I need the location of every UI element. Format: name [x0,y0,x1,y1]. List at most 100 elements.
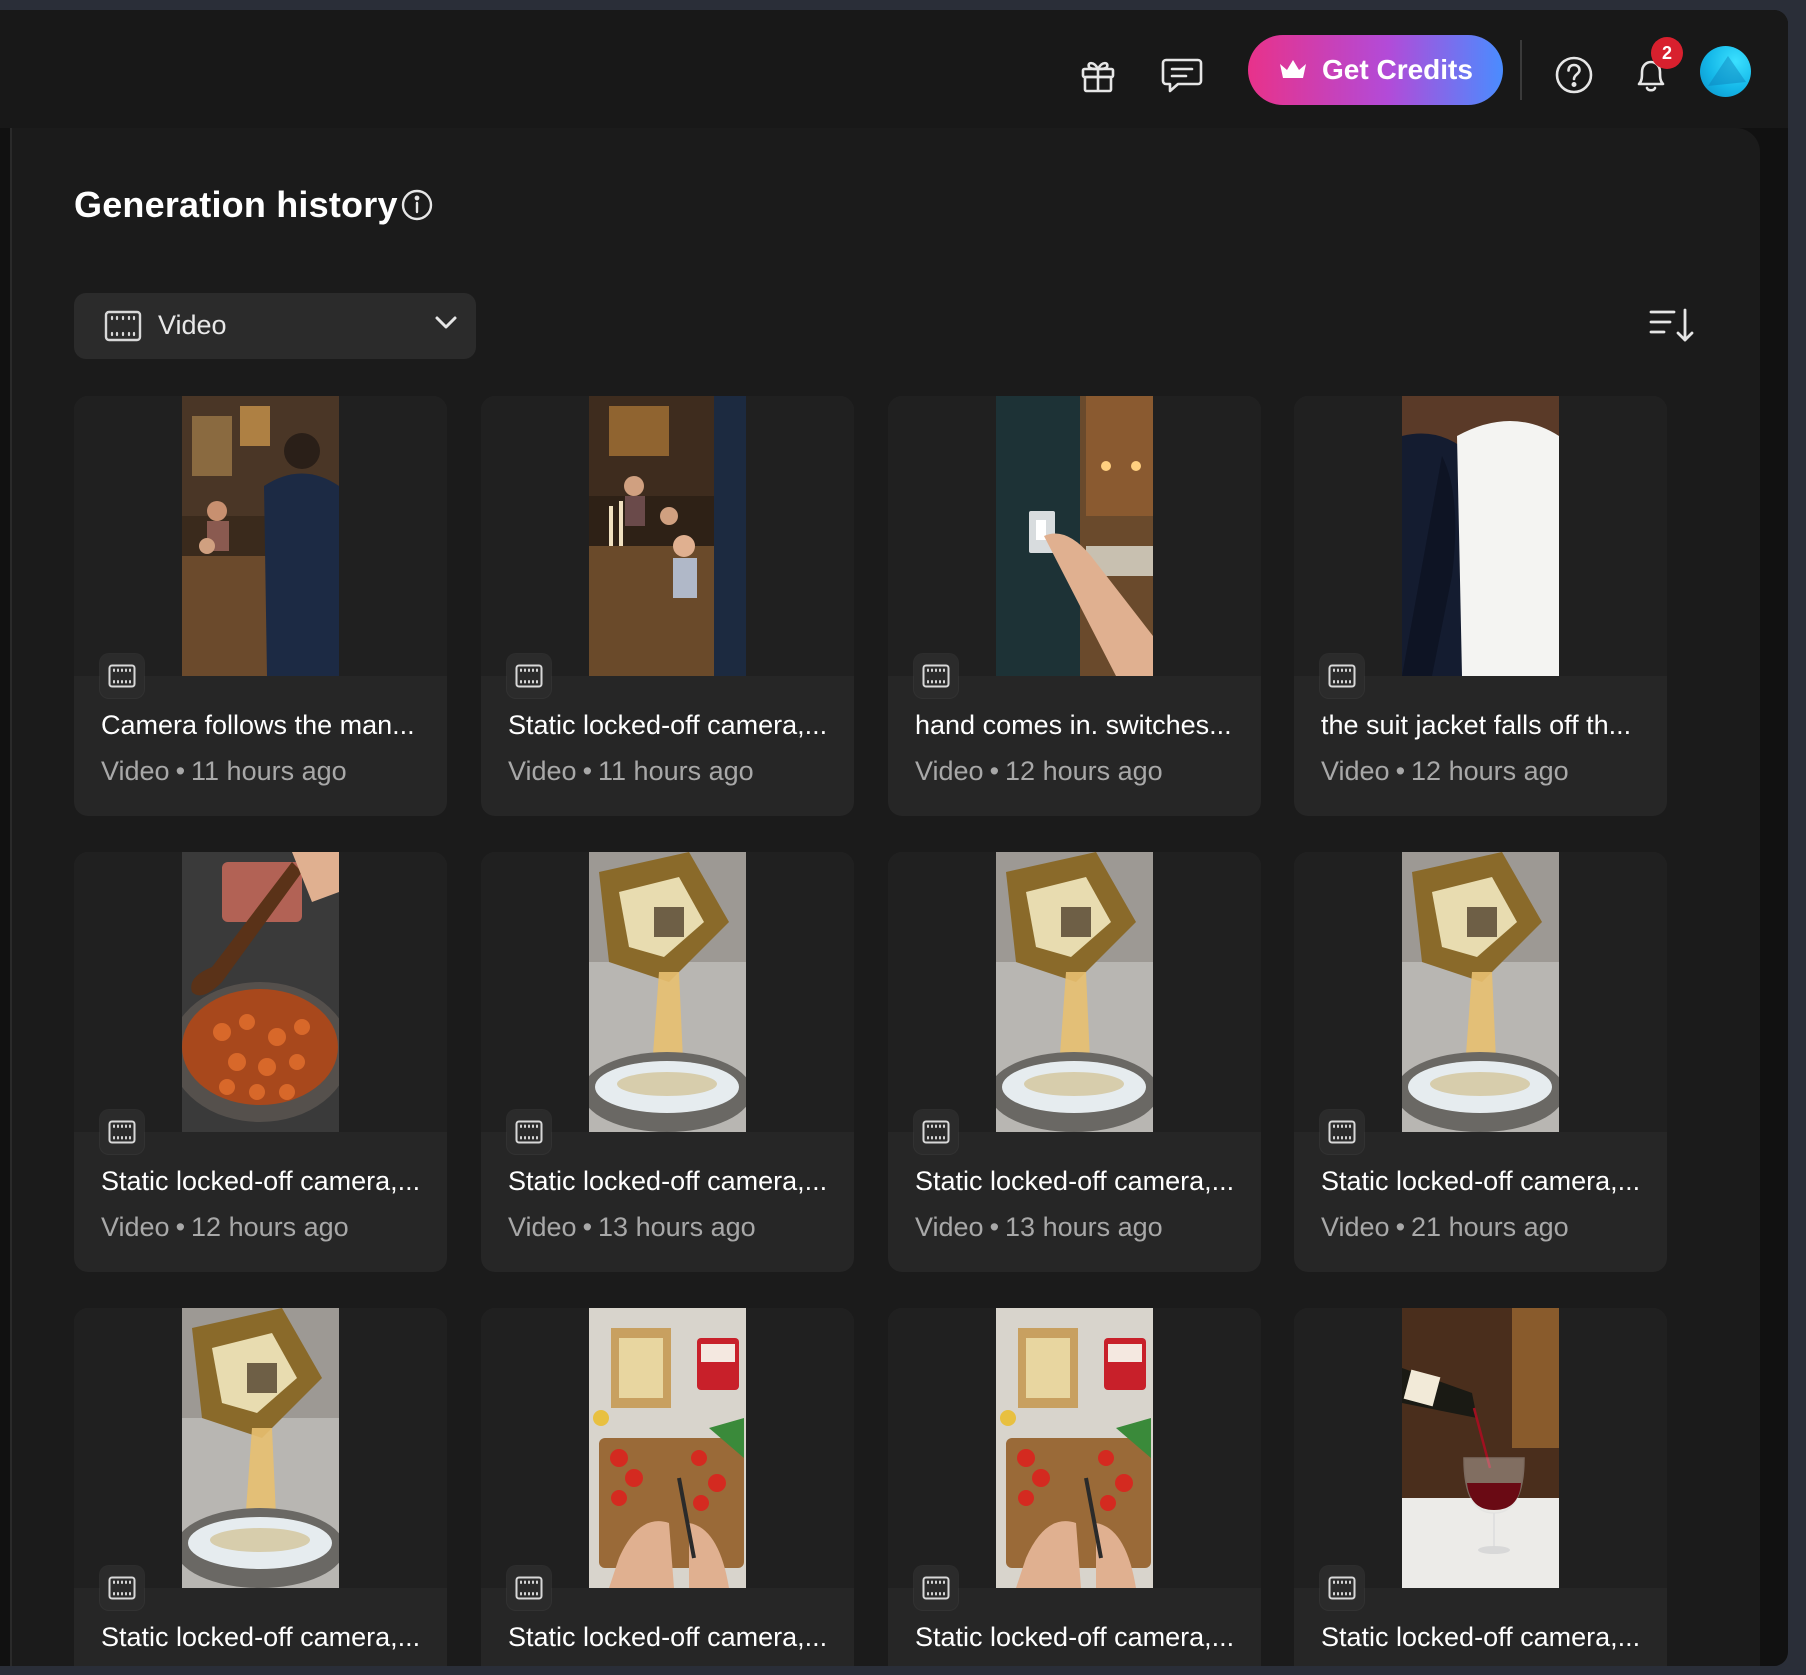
thumbnail-area [74,1308,447,1588]
app-window: Get Credits 2 Generation history Video C… [0,10,1788,1666]
media-type-dropdown[interactable]: Video [74,293,476,359]
card-type: Video [1321,756,1390,786]
topbar-divider [1520,40,1522,100]
history-card[interactable]: Static locked-off camera,... Video • 12 hou… [74,852,447,1272]
card-title: the suit jacket falls off th... [1321,710,1632,740]
card-title: hand comes in. switches... [915,710,1232,740]
chat-bubble-icon[interactable] [1156,50,1208,100]
crown-icon [1280,60,1307,78]
thumbnail-area [1294,396,1667,676]
history-card[interactable]: Static locked-off camera,... Video • 21 hou… [1294,852,1667,1272]
question-circle-icon[interactable] [1550,51,1598,99]
card-type: Video [508,756,577,786]
video-thumbnail[interactable] [182,396,339,676]
history-card[interactable]: Static locked-off camera,... Video • 13 hou… [481,852,854,1272]
video-thumbnail[interactable] [182,852,339,1132]
film-icon [100,1566,144,1610]
card-type: Video [1321,1212,1390,1242]
gift-icon[interactable] [1073,50,1123,100]
film-icon [507,654,551,698]
video-thumbnail[interactable] [589,852,746,1132]
sort-descending-icon[interactable] [1646,304,1696,346]
video-thumbnail[interactable] [996,1308,1153,1588]
film-icon [914,1110,958,1154]
film-icon [507,1110,551,1154]
thumbnail-area [481,1308,854,1588]
video-thumbnail[interactable] [1402,852,1559,1132]
card-time: 12 hours ago [191,1212,349,1242]
card-title: Camera follows the man... [101,710,415,740]
video-thumbnail[interactable] [589,1308,746,1588]
video-thumbnail[interactable] [1402,1308,1559,1588]
film-icon [914,1566,958,1610]
film-icon [507,1566,551,1610]
film-icon [100,1110,144,1154]
film-icon [1320,1110,1364,1154]
meta-separator: • [175,756,186,786]
card-time: 12 hours ago [1005,756,1163,786]
card-type: Video [101,756,170,786]
thumbnail-area [74,396,447,676]
card-type: Video [915,1212,984,1242]
history-card[interactable]: Static locked-off camera,... Video • 13 hou… [888,852,1261,1272]
video-thumbnail[interactable] [996,852,1153,1132]
history-card[interactable]: Static locked-off camera,... Video • 11 hou… [481,396,854,816]
film-icon [100,654,144,698]
film-icon [104,310,142,342]
card-time: 13 hours ago [598,1212,756,1242]
card-meta: Video • 21 hours ago [1321,1212,1651,1243]
thumbnail-area [74,852,447,1132]
card-meta: Video • 12 hours ago [915,756,1245,787]
video-thumbnail[interactable] [589,396,746,676]
history-card[interactable]: Static locked-off camera,... [74,1308,447,1666]
avatar[interactable] [1700,46,1751,97]
thumbnail-area [888,396,1261,676]
card-time: 11 hours ago [191,756,347,786]
notification-badge: 2 [1651,37,1683,69]
history-card[interactable]: the suit jacket falls off th... Video • 12 … [1294,396,1667,816]
meta-separator: • [175,1212,186,1242]
get-credits-label: Get Credits [1322,54,1473,85]
history-card[interactable]: hand comes in. switches... Video • 12 hours… [888,396,1261,816]
thumbnail-area [1294,1308,1667,1588]
get-credits-button[interactable]: Get Credits [1248,35,1503,105]
card-meta: Video • 11 hours ago [508,756,838,787]
video-thumbnail[interactable] [182,1308,339,1588]
top-bar: Get Credits 2 [0,10,1788,128]
film-icon [1320,654,1364,698]
generation-history-panel: Generation history Video Camera follows … [10,128,1760,1666]
video-thumbnail[interactable] [1402,396,1559,676]
card-title: Static locked-off camera,... [508,710,828,740]
card-meta: Video • 11 hours ago [101,756,431,787]
video-thumbnail[interactable] [996,396,1153,676]
card-title: Static locked-off camera,... [508,1166,828,1196]
card-title: Static locked-off camera,... [101,1166,421,1196]
card-time: 12 hours ago [1411,756,1569,786]
history-card[interactable]: Static locked-off camera,... [888,1308,1261,1666]
card-title: Static locked-off camera,... [915,1622,1235,1652]
card-title: Static locked-off camera,... [1321,1622,1641,1652]
history-card[interactable]: Static locked-off camera,... [1294,1308,1667,1666]
chevron-down-icon [435,316,457,329]
card-type: Video [915,756,984,786]
card-meta: Video • 13 hours ago [508,1212,838,1243]
card-type: Video [101,1212,170,1242]
card-time: 21 hours ago [1411,1212,1569,1242]
meta-separator: • [989,1212,1000,1242]
card-title: Static locked-off camera,... [915,1166,1235,1196]
card-meta: Video • 13 hours ago [915,1212,1245,1243]
meta-separator: • [582,756,593,786]
thumbnail-area [888,1308,1261,1588]
thumbnail-area [481,852,854,1132]
card-type: Video [508,1212,577,1242]
history-card[interactable]: Static locked-off camera,... [481,1308,854,1666]
thumbnail-area [481,396,854,676]
history-card[interactable]: Camera follows the man... Video • 11 hours … [74,396,447,816]
info-circle-icon[interactable] [400,188,434,222]
film-icon [914,654,958,698]
card-time: 13 hours ago [1005,1212,1163,1242]
media-type-selected: Video [158,310,227,340]
card-title: Static locked-off camera,... [508,1622,828,1652]
meta-separator: • [582,1212,593,1242]
thumbnail-area [888,852,1261,1132]
